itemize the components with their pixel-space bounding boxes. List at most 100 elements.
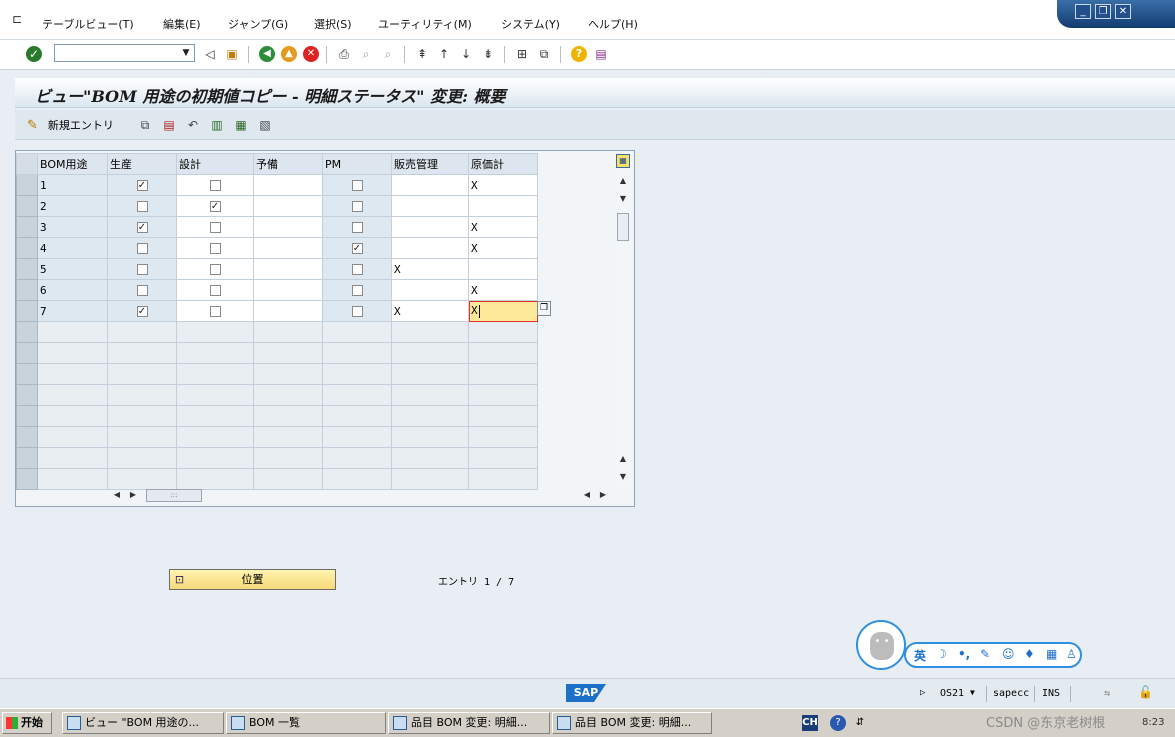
pm-checkbox[interactable]: [351, 285, 363, 296]
last-page-icon[interactable]: ⇟: [480, 46, 496, 62]
cell-spare[interactable]: [253, 279, 323, 301]
cell-sales[interactable]: X: [391, 300, 469, 322]
scroll-right-icon[interactable]: ▶: [128, 489, 138, 501]
ime-avatar[interactable]: • •: [856, 620, 906, 670]
menu-edit[interactable]: 編集(E): [163, 16, 201, 32]
engineering-checkbox[interactable]: [209, 306, 221, 317]
row-selector[interactable]: [16, 405, 38, 427]
scroll-left-icon[interactable]: ◀: [112, 489, 122, 501]
cell-costing[interactable]: [468, 195, 538, 217]
shortcut-icon[interactable]: ⧉: [536, 46, 552, 62]
row-selector[interactable]: [16, 258, 38, 280]
row-selector[interactable]: [16, 342, 38, 364]
grid-icon[interactable]: ▦: [1046, 647, 1057, 661]
row-selector[interactable]: [16, 426, 38, 448]
pm-checkbox[interactable]: [351, 222, 363, 233]
engineering-checkbox[interactable]: [209, 243, 221, 254]
vertical-scroll-thumb[interactable]: [617, 213, 629, 241]
production-checkbox[interactable]: ✓: [136, 222, 148, 233]
column-header-spare[interactable]: 予備: [253, 153, 323, 175]
vertical-scrollbar[interactable]: ▲ ▼ ▲ ▼: [614, 153, 632, 483]
task-material-bom-change-1[interactable]: 品目 BOM 変更: 明細...: [388, 712, 550, 734]
select-all-icon[interactable]: ▥: [209, 117, 225, 133]
engineering-checkbox[interactable]: [209, 222, 221, 233]
horizontal-scroll-thumb[interactable]: :::: [146, 489, 202, 502]
collapse-left-icon[interactable]: ◁: [202, 46, 218, 62]
engineering-checkbox[interactable]: [209, 264, 221, 275]
select-all-cell[interactable]: [16, 153, 38, 175]
tray-options-icon[interactable]: ⇵: [852, 715, 868, 731]
pm-checkbox[interactable]: ✓: [351, 243, 363, 254]
chevron-down-icon[interactable]: ▼: [970, 688, 975, 697]
lock-icon[interactable]: 🔓: [1138, 685, 1153, 699]
production-checkbox[interactable]: [136, 285, 148, 296]
skin-icon[interactable]: ♦: [1024, 647, 1035, 661]
cell-costing[interactable]: X: [468, 216, 538, 238]
value-help-icon[interactable]: ❐: [537, 301, 551, 316]
menu-table-view[interactable]: テーブルビュー(T): [42, 16, 134, 32]
engineering-checkbox[interactable]: [209, 180, 221, 191]
close-icon[interactable]: ✕: [1115, 4, 1131, 19]
save-icon[interactable]: ▣: [224, 46, 240, 62]
cell-costing[interactable]: [468, 258, 538, 280]
column-header-costing[interactable]: 原価計: [468, 153, 538, 175]
cell-sales[interactable]: X: [391, 258, 469, 280]
cell-spare[interactable]: [253, 300, 323, 322]
row-selector[interactable]: [16, 363, 38, 385]
row-selector[interactable]: [16, 384, 38, 406]
task-view-bom-usage[interactable]: ビュー "BOM 用途の...: [62, 712, 224, 734]
row-selector[interactable]: [16, 300, 38, 322]
cell-sales[interactable]: [391, 195, 469, 217]
status-system[interactable]: OS21: [940, 688, 964, 699]
cancel-icon[interactable]: ✕: [303, 46, 319, 62]
cell-sales[interactable]: [391, 237, 469, 259]
menu-system[interactable]: システム(Y): [501, 16, 560, 32]
row-selector[interactable]: [16, 321, 38, 343]
chevron-down-icon[interactable]: ▼: [178, 45, 194, 61]
help-tray-icon[interactable]: ?: [830, 715, 846, 731]
help-icon[interactable]: ?: [571, 46, 587, 62]
cell-costing[interactable]: X: [468, 237, 538, 259]
find-next-icon[interactable]: ⌕: [380, 46, 396, 62]
wrench-icon[interactable]: ✎: [980, 647, 990, 661]
row-selector[interactable]: [16, 174, 38, 196]
row-selector[interactable]: [16, 447, 38, 469]
cell-sales[interactable]: [391, 216, 469, 238]
find-icon[interactable]: ⌕: [358, 46, 374, 62]
exit-icon[interactable]: ▲: [281, 46, 297, 62]
system-menu-icon[interactable]: ⊏: [12, 12, 26, 26]
production-checkbox[interactable]: [136, 264, 148, 275]
cell-spare[interactable]: [253, 258, 323, 280]
position-button[interactable]: ⊡ 位置: [169, 569, 336, 590]
column-header-bom-usage[interactable]: BOM用途: [37, 153, 108, 175]
command-input[interactable]: [55, 45, 177, 61]
moon-icon[interactable]: ☽: [936, 647, 947, 661]
row-selector[interactable]: [16, 468, 38, 490]
column-header-pm[interactable]: PM: [322, 153, 392, 175]
cell-sales[interactable]: [391, 174, 469, 196]
row-selector[interactable]: [16, 195, 38, 217]
table-settings-icon[interactable]: ▦: [616, 154, 630, 168]
first-page-icon[interactable]: ⇞: [414, 46, 430, 62]
scroll-up-icon[interactable]: ▲: [617, 175, 629, 187]
start-button[interactable]: 开始: [2, 712, 52, 734]
column-header-sales[interactable]: 販売管理: [391, 153, 469, 175]
cell-costing[interactable]: X: [468, 300, 538, 322]
menu-goto[interactable]: ジャンプ(G): [228, 16, 288, 32]
menu-help[interactable]: ヘルプ(H): [588, 16, 638, 32]
pm-checkbox[interactable]: [351, 180, 363, 191]
cell-sales[interactable]: [391, 279, 469, 301]
engineering-checkbox[interactable]: [209, 285, 221, 296]
cell-spare[interactable]: [253, 216, 323, 238]
scroll-right-end-icon[interactable]: ▶: [598, 489, 608, 501]
production-checkbox[interactable]: [136, 201, 148, 212]
row-selector[interactable]: [16, 216, 38, 238]
menu-selection[interactable]: 選択(S): [314, 16, 352, 32]
engineering-checkbox[interactable]: ✓: [209, 201, 221, 212]
scroll-down-icon[interactable]: ▼: [617, 193, 629, 205]
next-page-icon[interactable]: ↓: [458, 46, 474, 62]
scroll-page-down-icon[interactable]: ▼: [617, 471, 629, 483]
restore-icon[interactable]: ❐: [1095, 4, 1111, 19]
column-header-production[interactable]: 生産: [107, 153, 177, 175]
deselect-all-icon[interactable]: ▧: [257, 117, 273, 133]
